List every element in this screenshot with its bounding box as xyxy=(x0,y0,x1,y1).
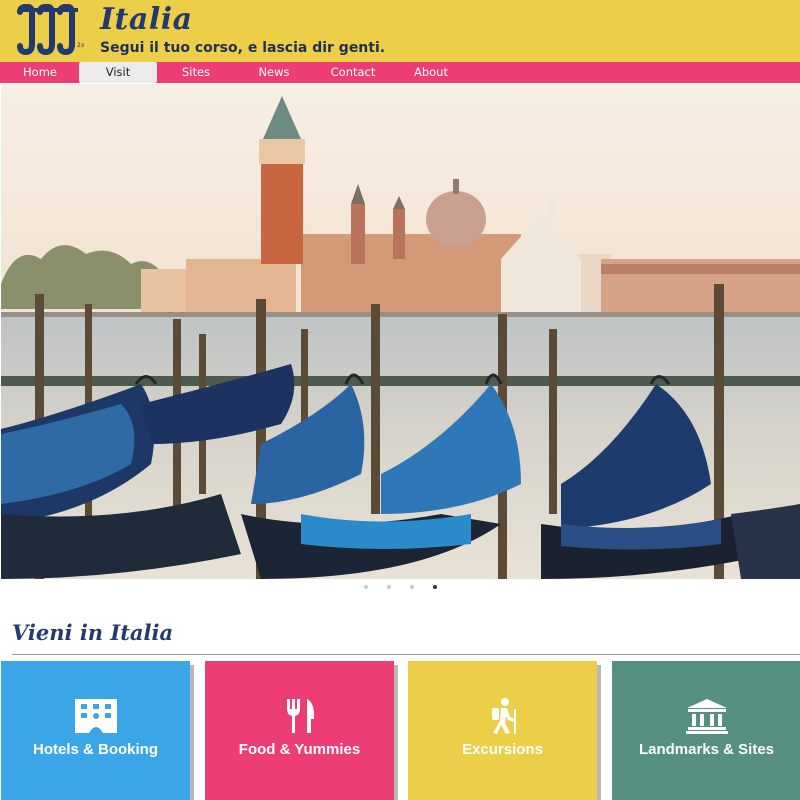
tile-label: Landmarks & Sites xyxy=(638,741,775,758)
nav-item-sites[interactable]: Sites xyxy=(157,62,235,83)
site-header: 2x Italia Segui il tuo corso, e lascia d… xyxy=(0,0,800,62)
tile-excursions[interactable]: Excursions xyxy=(408,661,597,800)
tile-label: Excursions xyxy=(462,741,543,758)
landmark-icon xyxy=(612,697,800,737)
tile-food-yummies[interactable]: Food & Yummies xyxy=(205,661,394,800)
hero-carousel[interactable] xyxy=(1,84,800,579)
main-nav: Home Visit Sites News Contact About xyxy=(0,62,800,83)
nav-item-visit[interactable]: Visit xyxy=(79,62,157,83)
carousel-dot[interactable] xyxy=(410,585,414,589)
tagline: Segui il tuo corso, e lascia dir genti. xyxy=(100,40,386,56)
fork-knife-icon xyxy=(205,697,394,737)
nav-item-contact[interactable]: Contact xyxy=(314,62,392,83)
tile-label: Hotels & Booking xyxy=(32,741,158,758)
hiker-icon xyxy=(408,697,597,737)
brand-title[interactable]: Italia xyxy=(100,2,193,37)
carousel-dot[interactable] xyxy=(364,585,368,589)
carousel-dot[interactable] xyxy=(387,585,391,589)
page: 2x Italia Segui il tuo corso, e lascia d… xyxy=(0,0,800,800)
tile-hotels-booking[interactable]: Hotels & Booking xyxy=(1,661,190,800)
tile-label: Food & Yummies xyxy=(238,741,361,758)
tile-landmarks-sites[interactable]: Landmarks & Sites xyxy=(612,661,800,800)
logo-suffix: 2x xyxy=(77,42,85,49)
carousel-dot-active[interactable] xyxy=(433,585,437,589)
carousel-indicators xyxy=(0,585,800,593)
nav-item-about[interactable]: About xyxy=(392,62,470,83)
hero-image xyxy=(1,84,800,579)
nav-item-home[interactable]: Home xyxy=(1,62,79,83)
nav-item-news[interactable]: News xyxy=(235,62,313,83)
section-title: Vieni in Italia xyxy=(12,620,174,645)
section-divider xyxy=(12,654,800,655)
hotel-icon xyxy=(1,697,190,737)
